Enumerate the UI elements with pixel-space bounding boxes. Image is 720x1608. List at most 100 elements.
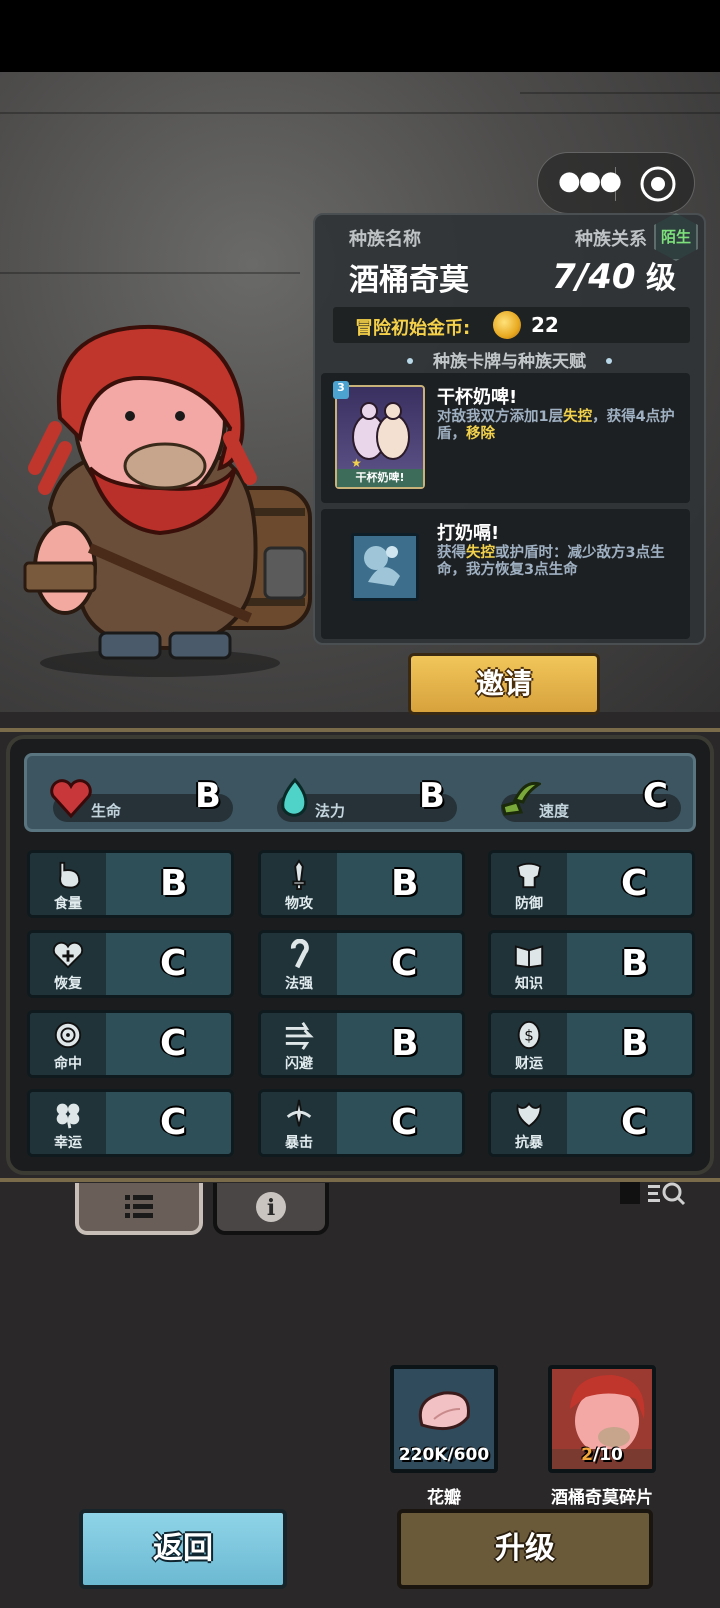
top-divider [0, 728, 720, 732]
race-relation-label: 种族关系 [575, 229, 647, 250]
list-icon [125, 1195, 153, 1218]
stat-grade: B [621, 943, 649, 984]
milk-bottles-icon: ★ [351, 402, 410, 470]
invite-button[interactable]: 邀请 [408, 653, 600, 715]
card-title: 干杯奶啤! [437, 387, 518, 408]
card-description: 对敌我双方添加1层失控，获得4点护盾，移除 [437, 409, 675, 442]
section-title: 种族卡牌与种族天赋 [315, 347, 704, 372]
card-thumbnail[interactable]: 3 ★ 干杯奶啤! [333, 381, 425, 489]
target-circle-icon[interactable] [639, 165, 677, 203]
svg-text:$: $ [524, 1027, 534, 1045]
info-icon: i [256, 1192, 286, 1222]
stat-cell[interactable]: 食量 B [27, 850, 234, 918]
race-talent[interactable]: 打奶嗝! 获得失控或护盾时：减少敌方3点生命，我方恢复3点生命 [321, 509, 690, 639]
primary-stats-bar: 生命 B 法力 B 速度 C [24, 753, 696, 832]
stat-grade: C [391, 1102, 418, 1143]
armor-icon [516, 862, 542, 889]
stat-grade: C [160, 943, 187, 984]
heart-icon [50, 779, 92, 819]
stat-icon-box: 法强 [261, 933, 337, 995]
petal-label: 花瓣 [427, 1488, 461, 1508]
item-fragment[interactable]: 2/10 [548, 1365, 656, 1473]
starting-gold-label: 冒险初始金币: [355, 318, 471, 339]
talent-description: 获得失控或护盾时：减少敌方3点生命，我方恢复3点生命 [437, 545, 665, 578]
svg-text:★: ★ [351, 456, 362, 470]
crit-dagger-icon [286, 1099, 312, 1127]
stat-cell[interactable]: 知识 B [488, 930, 695, 998]
book-icon [514, 945, 544, 969]
fragment-count: 2/10 [581, 1445, 623, 1465]
race-name-label: 种族名称 [349, 229, 421, 250]
stat-grade: C [160, 1023, 187, 1064]
stat-name: 知识 [515, 976, 543, 992]
stat-name: 物攻 [285, 896, 313, 912]
capsule-divider [615, 167, 616, 201]
dodge-arrows-icon [285, 1021, 314, 1050]
stat-grade: C [391, 943, 418, 984]
status-bar [0, 0, 720, 72]
race-info-panel: 种族名称 种族关系 陌生 酒桶奇莫 7/40 级 冒险初始金币: 22 种族卡牌… [313, 213, 706, 645]
talent-icon [351, 533, 419, 601]
race-card[interactable]: 3 ★ 干杯奶啤! 干杯奶啤! 对敌我双方添加1层失控，获得4点护盾，移除 [321, 373, 690, 503]
stat-cell[interactable]: 抗暴 C [488, 1089, 695, 1157]
stat-icon-box: 命中 [30, 1013, 106, 1075]
wing-boot-icon [501, 781, 541, 816]
stat-cell[interactable]: 恢复 C [27, 930, 234, 998]
stat-cell[interactable]: 法强 C [258, 930, 465, 998]
stat-name: 幸运 [54, 1135, 82, 1151]
stat-icon-box: 防御 [491, 853, 567, 915]
flame-icon [281, 777, 308, 817]
shield-flower-icon [516, 1102, 542, 1128]
stat-name: 法强 [285, 976, 313, 992]
stomach-icon [59, 861, 81, 889]
character-illustration [23, 324, 312, 677]
stat-grade: B [621, 1023, 649, 1064]
stat-icon-box: 食量 [30, 853, 106, 915]
race-level: 7/40 级 [552, 257, 676, 297]
sword-icon [292, 859, 306, 891]
back-button[interactable]: 返回 [79, 1509, 287, 1589]
stat-cell[interactable]: 物攻 B [258, 850, 465, 918]
stat-grade: B [391, 1023, 419, 1064]
mini-program-capsule: ●●● [537, 152, 695, 214]
stat-cell[interactable]: 防御 C [488, 850, 695, 918]
stat-name: 防御 [515, 896, 543, 912]
stat-name: 恢复 [54, 976, 82, 992]
stat-icon-box: 抗暴 [491, 1092, 567, 1154]
stat-icon-box: 闪避 [261, 1013, 337, 1075]
staff-icon [290, 939, 309, 969]
stat-icon-box: 知识 [491, 933, 567, 995]
level-suffix: 级 [646, 261, 676, 296]
stat-icon-box: 恢复 [30, 933, 106, 995]
stat-icon-box: 物攻 [261, 853, 337, 915]
stat-cell[interactable]: 闪避 B [258, 1010, 465, 1078]
stat-cell[interactable]: 暴击 C [258, 1089, 465, 1157]
stat-icon-box: 暴击 [261, 1092, 337, 1154]
tab-info[interactable]: i [213, 1183, 329, 1235]
stat-icon-box: 幸运 [30, 1092, 106, 1154]
item-petal[interactable]: 220K/600 [390, 1365, 498, 1473]
stat-grade: C [160, 1102, 187, 1143]
search-toggle-icon[interactable] [612, 1176, 702, 1210]
target-icon [54, 1021, 82, 1049]
upgrade-button[interactable]: 升级 [397, 1509, 653, 1589]
coin-icon: $ [517, 1020, 541, 1050]
stat-icon-box: $ 财运 [491, 1013, 567, 1075]
stat-name: 命中 [54, 1056, 82, 1072]
portrait-icon [552, 1369, 652, 1455]
heart-plus-icon [52, 941, 84, 969]
stat-cell[interactable]: 幸运 C [27, 1089, 234, 1157]
stat-name: 抗暴 [515, 1135, 543, 1151]
ellipsis-icon[interactable]: ●●● [558, 168, 622, 195]
stat-name: 闪避 [285, 1056, 313, 1072]
tab-stats-list[interactable] [75, 1183, 203, 1235]
race-name: 酒桶奇莫 [349, 263, 469, 298]
level-current: 7 [552, 257, 576, 297]
stat-cell[interactable]: $ 财运 B [488, 1010, 695, 1078]
starting-gold-row: 冒险初始金币: 22 [333, 307, 690, 343]
stat-speed: 速度 C [475, 756, 699, 829]
stat-name: 财运 [515, 1056, 543, 1072]
stat-cell[interactable]: 命中 C [27, 1010, 234, 1078]
stat-grade: B [160, 863, 188, 904]
stat-grade: B [391, 863, 419, 904]
